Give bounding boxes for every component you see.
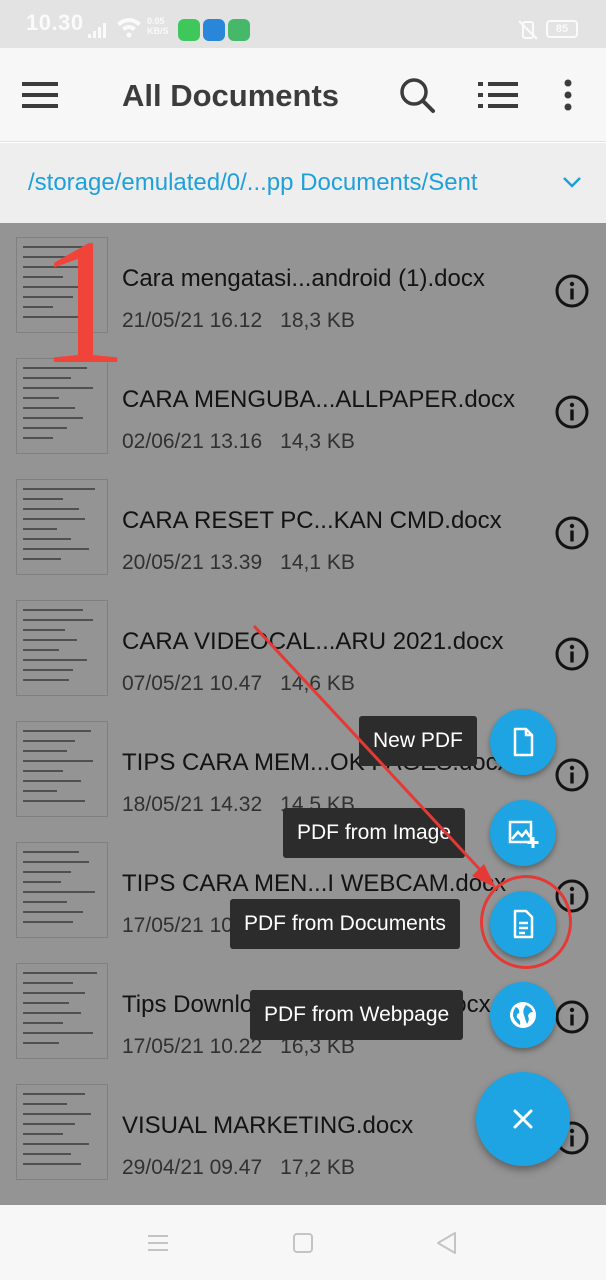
wifi-icon: [117, 18, 141, 38]
highlight-circle-annotation: [480, 875, 572, 969]
home-icon[interactable]: [291, 1231, 315, 1255]
pdf-from-webpage-button[interactable]: [490, 982, 556, 1048]
net-speed: 0.05 KB/S: [147, 16, 169, 36]
more-options-icon[interactable]: [560, 78, 576, 112]
vibrate-off-icon: [518, 20, 538, 40]
status-time: 10.30: [26, 10, 84, 35]
sync-app-icon: [203, 19, 225, 41]
back-icon[interactable]: [435, 1231, 459, 1255]
close-menu-button[interactable]: [476, 1072, 570, 1166]
add-image-icon: [508, 820, 539, 848]
step-number-annotation: 1: [38, 202, 128, 401]
close-icon: [513, 1109, 533, 1129]
system-nav-bar: [0, 1205, 606, 1280]
whatsapp-icon: [178, 19, 200, 41]
page-title: All Documents: [122, 78, 340, 113]
pdf-from-webpage-label[interactable]: PDF from Webpage: [250, 990, 464, 1040]
app-bar: All Documents: [0, 48, 606, 142]
recent-apps-icon[interactable]: [146, 1231, 170, 1255]
list-view-icon[interactable]: [478, 80, 518, 110]
folder-path: /storage/emulated/0/...pp Documents/Sent: [28, 169, 478, 196]
new-pdf-button[interactable]: [490, 709, 556, 775]
chevron-down-icon[interactable]: [562, 175, 582, 189]
pdf-from-image-button[interactable]: [490, 800, 556, 866]
new-pdf-label[interactable]: New PDF: [359, 716, 477, 766]
menu-icon[interactable]: [22, 80, 58, 110]
pdf-from-documents-label[interactable]: PDF from Documents: [230, 899, 460, 949]
messaging-app-icon: [228, 19, 250, 41]
signal-icon: [88, 23, 106, 38]
status-bar: 10.30 0.05 KB/S 85: [0, 0, 606, 48]
battery-indicator: 85: [546, 20, 578, 38]
pdf-from-image-label[interactable]: PDF from Image: [283, 808, 466, 858]
search-icon[interactable]: [398, 76, 436, 114]
globe-icon: [510, 1002, 536, 1028]
file-icon: [513, 727, 534, 757]
